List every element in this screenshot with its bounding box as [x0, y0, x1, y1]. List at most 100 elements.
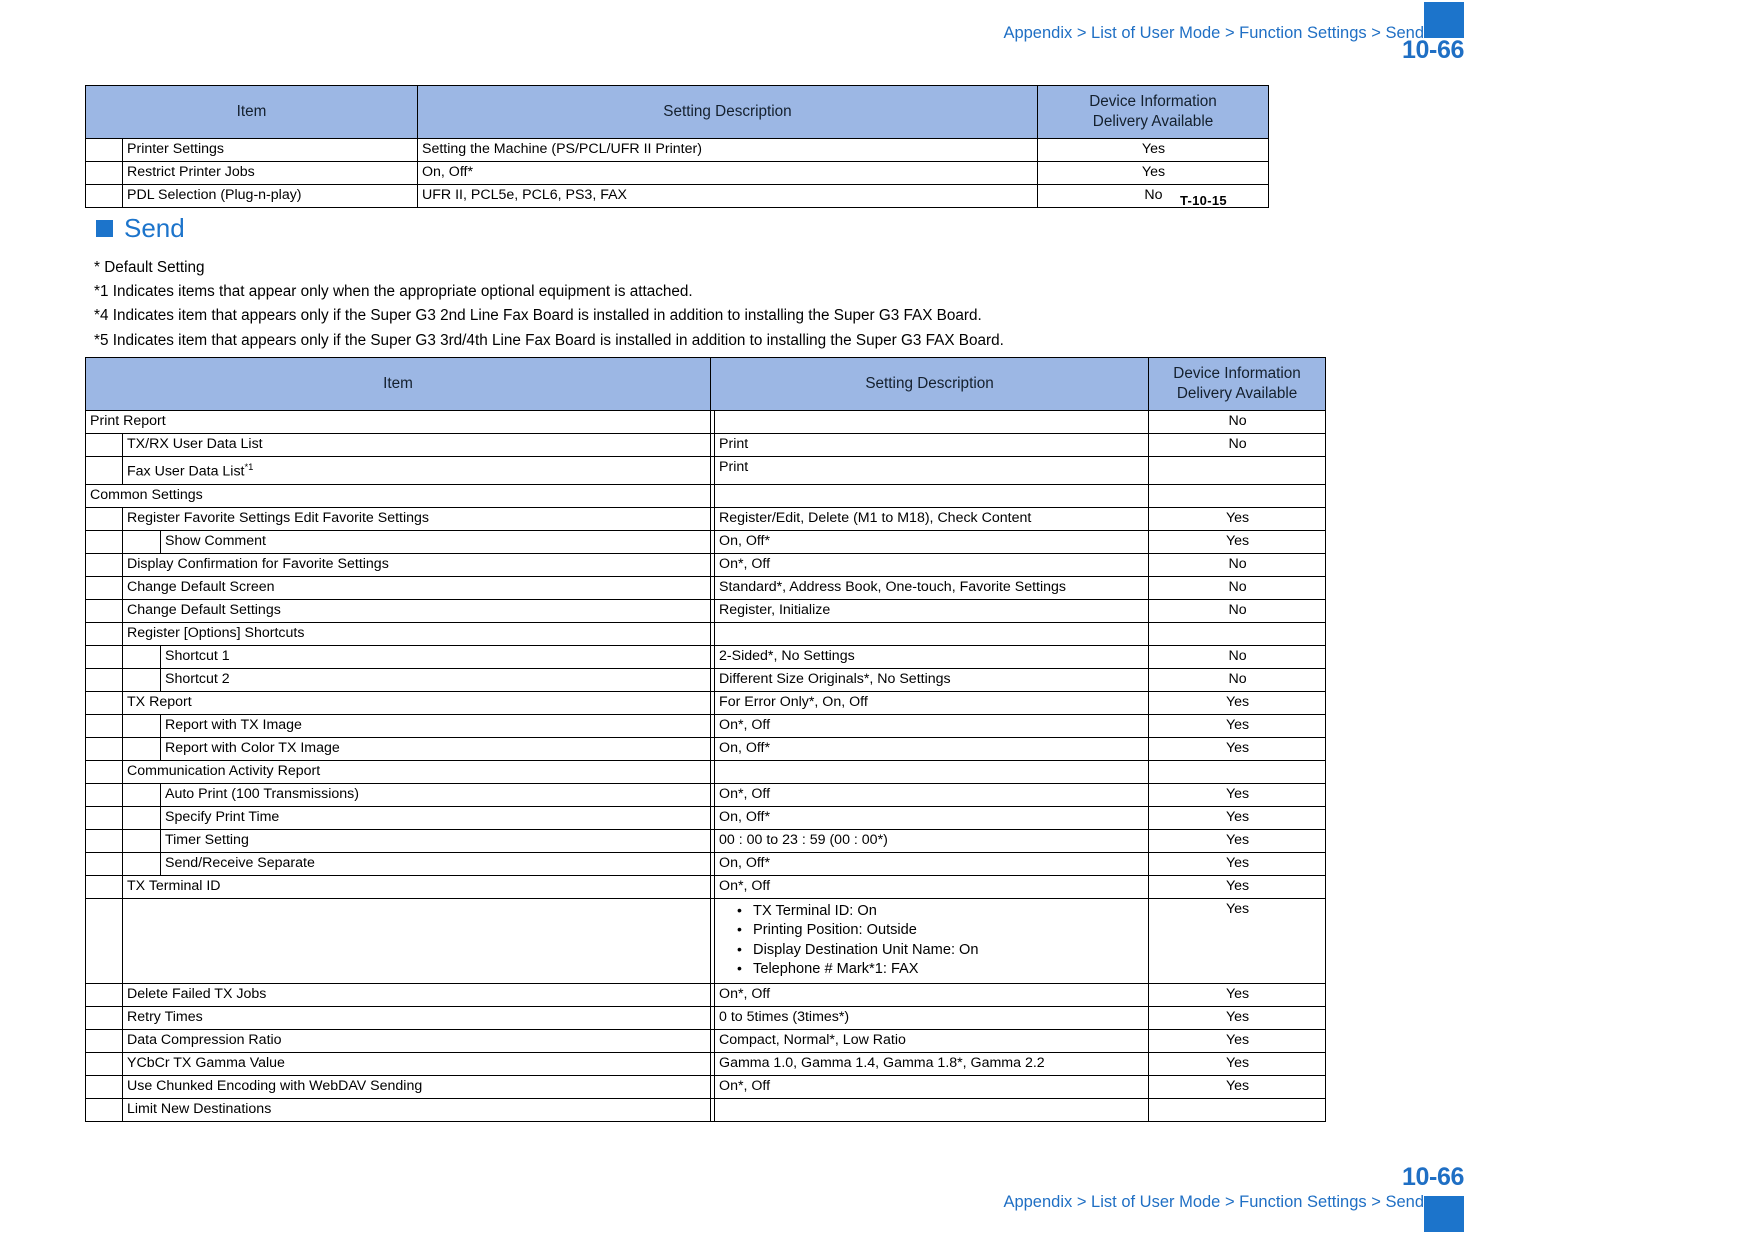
- device-cell: [1148, 483, 1327, 508]
- item-cell: TX Report: [121, 690, 712, 715]
- indent-cell: [85, 1029, 123, 1054]
- setting-cell: TX Terminal ID: OnPrinting Position: Out…: [714, 897, 1150, 985]
- device-value: Yes: [1225, 716, 1250, 733]
- indent-cell: [85, 828, 123, 853]
- device-value: Yes: [1225, 739, 1250, 756]
- item-cell: Register [Options] Shortcuts: [121, 621, 712, 646]
- table-row: YCbCr TX Gamma Value Gamma 1.0, Gamma 1.4…: [85, 1052, 1327, 1077]
- item-label: Use Chunked Encoding with WebDAV Sending: [127, 1078, 423, 1095]
- device-value: Yes: [1225, 900, 1250, 917]
- device-value: Yes: [1225, 831, 1250, 848]
- item-cell: Shortcut 1: [159, 644, 712, 669]
- setting-bullet-list: TX Terminal ID: OnPrinting Position: Out…: [715, 899, 1148, 984]
- setting-cell: Different Size Originals*, No Settings: [714, 667, 1150, 692]
- item-label: Timer Setting: [165, 831, 249, 848]
- table-header-row: Item Setting Description Device Informat…: [85, 85, 1269, 139]
- device-cell: No: [1037, 184, 1269, 208]
- indent-cell: [85, 874, 123, 899]
- setting-bullet-item: TX Terminal ID: On: [737, 901, 1148, 921]
- item-cell: Delete Failed TX Jobs: [121, 983, 712, 1008]
- header-page-number: 10-66: [1402, 36, 1464, 64]
- item-label: Report with TX Image: [165, 716, 302, 733]
- item-cell: Print Report: [84, 410, 712, 434]
- indent-cell: [85, 433, 123, 457]
- indent-cell: [85, 1098, 123, 1123]
- setting-cell: [714, 1098, 1150, 1123]
- item-label: TX/RX User Data List: [127, 436, 263, 452]
- item-label: Retry Times: [127, 1009, 203, 1026]
- device-value: Yes: [1225, 785, 1250, 802]
- footnote-1: *1 Indicates items that appear only when…: [94, 283, 693, 301]
- indent-cell: [85, 552, 123, 577]
- table-row: TX/RX User Data List Print No: [85, 433, 1327, 457]
- item-label: Report with Color TX Image: [165, 739, 340, 756]
- device-cell: No: [1148, 433, 1327, 457]
- square-bullet-icon: [96, 219, 113, 237]
- indent-cell: [85, 1075, 123, 1100]
- th-device-information: Device Information Delivery Available: [1037, 85, 1269, 139]
- setting-cell: [714, 621, 1150, 646]
- device-cell: Yes: [1148, 897, 1327, 985]
- setting-bullet-item: Display Destination Unit Name: On: [737, 940, 1148, 960]
- item-cell: Show Comment: [159, 529, 712, 554]
- device-value: Yes: [1225, 877, 1250, 894]
- indent-cell: [85, 1006, 123, 1031]
- indent-cell: [85, 506, 123, 531]
- indent-cell: [122, 851, 161, 876]
- item-label: Print Report: [90, 413, 166, 429]
- setting-cell: Register, Initialize: [714, 598, 1150, 623]
- setting-cell: Register/Edit, Delete (M1 to M18), Check…: [714, 506, 1150, 531]
- device-cell: Yes: [1148, 874, 1327, 899]
- indent-cell: [85, 456, 123, 485]
- device-value: Yes: [1225, 986, 1250, 1003]
- setting-label: [715, 1099, 1148, 1121]
- indent-cell: [85, 598, 123, 623]
- indent-cell: [85, 759, 123, 784]
- device-cell: Yes: [1148, 1075, 1327, 1100]
- item-cell: Retry Times: [121, 1006, 712, 1031]
- device-value: [1149, 1099, 1325, 1121]
- table-row: PDL Selection (Plug-n-play) UFR II, PCL5…: [85, 184, 1269, 208]
- device-value: No: [1228, 436, 1247, 452]
- device-cell: [1148, 621, 1327, 646]
- indent-cell: [85, 805, 123, 830]
- device-cell: Yes: [1148, 529, 1327, 554]
- footnote-list: * Default Setting *1 Indicates items tha…: [94, 256, 1294, 353]
- table-row: Register [Options] Shortcuts: [85, 621, 1327, 646]
- item-cell: Communication Activity Report: [121, 759, 712, 784]
- indent-cell: [85, 529, 123, 554]
- item-label: Send/Receive Separate: [165, 854, 315, 871]
- device-cell: [1148, 1098, 1327, 1123]
- item-cell: Data Compression Ratio: [121, 1029, 712, 1054]
- setting-label: Register, Initialize: [719, 601, 831, 618]
- device-value: Yes: [1225, 808, 1250, 825]
- setting-label: On*, Off: [719, 877, 771, 894]
- indent-cell: [122, 805, 161, 830]
- setting-cell: UFR II, PCL5e, PCL6, PS3, FAX: [417, 184, 1038, 208]
- item-footnote-marker: *1: [244, 462, 254, 473]
- table-row: Display Confirmation for Favorite Settin…: [85, 552, 1327, 577]
- item-cell: Auto Print (100 Transmissions): [159, 782, 712, 807]
- item-label: [123, 899, 710, 904]
- item-cell: Use Chunked Encoding with WebDAV Sending: [121, 1075, 712, 1100]
- table-row: Timer Setting 00 : 00 to 23 : 59 (00 : 00…: [85, 828, 1327, 853]
- th-device-information: Device Information Delivery Available: [1148, 357, 1327, 411]
- device-value: [1149, 623, 1325, 645]
- device-value: No: [1228, 670, 1247, 687]
- item-label: Change Default Settings: [127, 601, 281, 618]
- setting-label: 0 to 5times (3times*): [719, 1009, 850, 1026]
- th-setting-description: Setting Description: [417, 85, 1038, 139]
- table-row: Printer Settings Setting the Machine (PS…: [85, 138, 1269, 162]
- table-row: Print Report No: [84, 410, 1327, 434]
- setting-label: Register/Edit, Delete (M1 to M18), Check…: [719, 509, 1032, 526]
- device-cell: No: [1148, 575, 1327, 600]
- indent-cell: [122, 736, 161, 761]
- setting-cell: 00 : 00 to 23 : 59 (00 : 00*): [714, 828, 1150, 853]
- table-row: Specify Print Time On, Off* Yes: [85, 805, 1327, 830]
- item-label: Register [Options] Shortcuts: [127, 624, 305, 641]
- setting-cell: On*, Off: [714, 1075, 1150, 1100]
- indent-cell: [85, 161, 123, 185]
- device-cell: Yes: [1148, 1006, 1327, 1031]
- table2-body: Print Report No TX/RX User Data List Print…: [84, 410, 1327, 1123]
- indent-cell: [122, 782, 161, 807]
